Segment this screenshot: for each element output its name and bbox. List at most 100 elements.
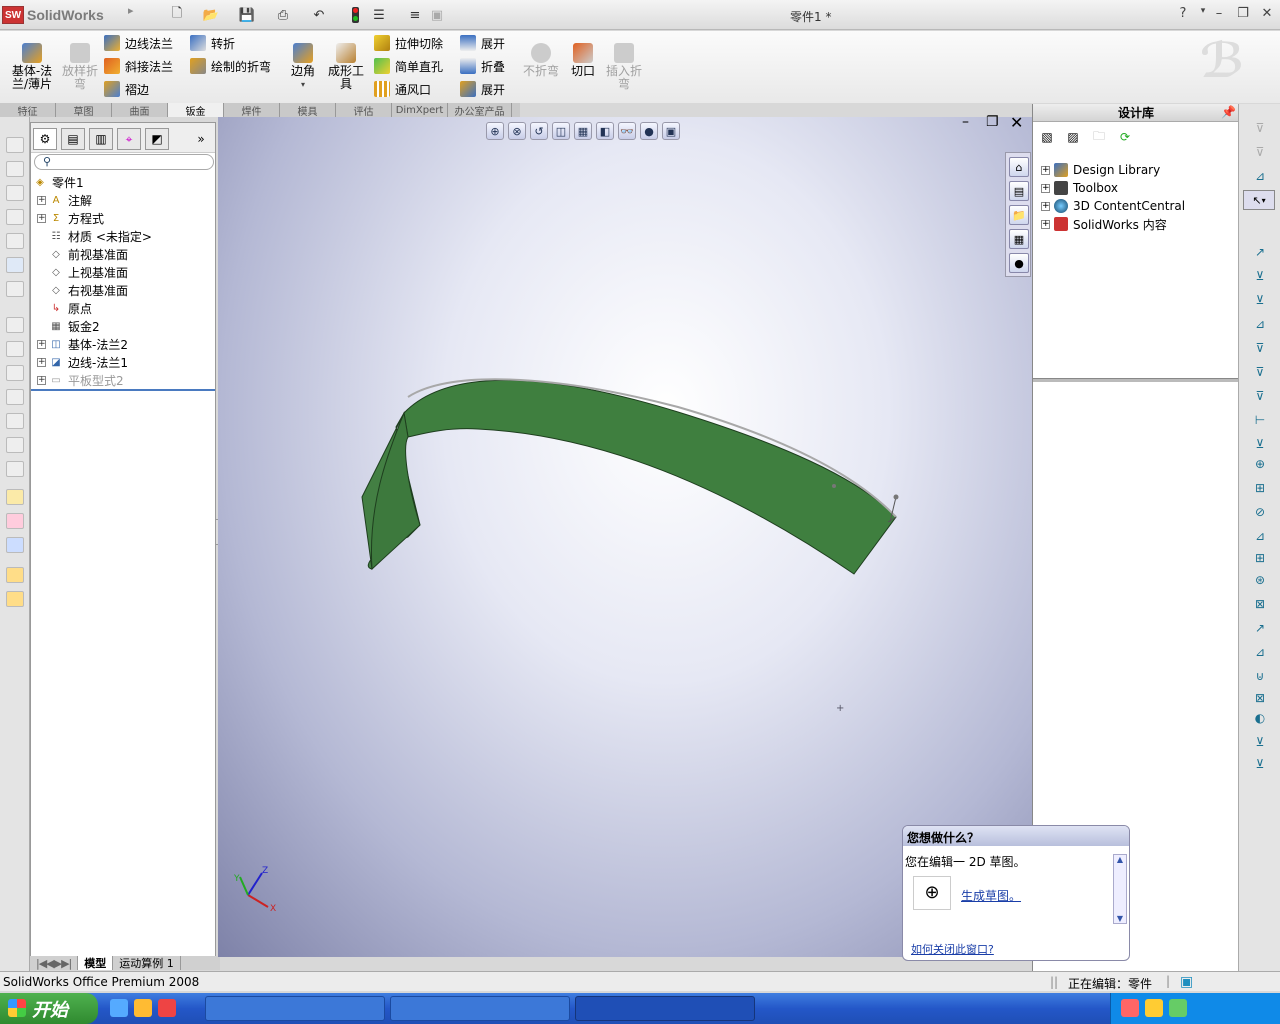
pin-icon[interactable]: 📌 [1221,105,1236,119]
relations-icon[interactable] [6,537,24,553]
restore-button[interactable]: ❐ [1234,6,1252,21]
cube5-icon[interactable] [6,413,24,429]
tab-4[interactable]: 焊件 [224,103,280,118]
tool-icon[interactable]: ⊽ [1251,144,1269,160]
tab-3[interactable]: 钣金 [168,103,224,118]
cube7-icon[interactable] [6,461,24,477]
tool-icon[interactable]: ⊞ [1251,550,1269,566]
tray-icon-1[interactable] [1121,999,1139,1017]
pane-splitter[interactable] [1033,378,1239,382]
smart-dimension-icon[interactable] [6,513,24,529]
tab-model[interactable]: 模型 [78,956,114,970]
tool-icon[interactable]: ⊽ [1251,388,1269,404]
options-icon[interactable]: ☰ [368,5,390,25]
create-sketch-link[interactable]: 生成草图。 [961,887,1021,904]
expand-icon[interactable]: + [37,357,46,367]
tool-icon[interactable]: ⊕ [1251,456,1269,472]
extruded-cut-button[interactable]: 拉伸切除 [374,33,454,53]
tab-6[interactable]: 评估 [336,103,392,118]
dimxpert-manager-tab-icon[interactable]: ⌖ [117,128,141,150]
save-icon[interactable]: 💾 [236,5,258,25]
sketch-point[interactable] [893,494,899,500]
configuration-manager-tab-icon[interactable]: ▥ [89,128,113,150]
tool-icon[interactable]: ⊛ [1251,572,1269,588]
sketch-edit-icon[interactable] [6,489,24,505]
miter-flange-button[interactable]: 斜接法兰 [104,56,184,76]
tree-item[interactable]: + A 注解 [37,191,92,209]
tree-item[interactable]: ◇ 上视基准面 [37,263,128,281]
simple-hole-button[interactable]: 简单直孔 [374,56,454,76]
tool-icon[interactable]: ⊠ [1251,596,1269,612]
cube3-icon[interactable] [6,365,24,381]
tree-item[interactable]: ◇ 前视基准面 [37,245,128,263]
view-palette-icon[interactable]: ▦ [1009,229,1029,249]
new-document-icon[interactable]: 🗋 [166,5,188,25]
grid-icon[interactable] [6,137,24,153]
tree-filter-input[interactable]: ⚲ [34,154,214,170]
start-button[interactable]: 开始 [0,993,98,1024]
taskbar-window-2[interactable] [390,996,570,1021]
expand-icon[interactable]: + [1041,201,1050,211]
open-folder-icon[interactable]: 📂 [200,5,222,25]
tree-item[interactable]: ▦ 钣金2 [37,317,99,335]
cube-icon[interactable] [6,317,24,333]
cube6-icon[interactable] [6,437,24,453]
edge-flange-button[interactable]: 边线法兰 [104,33,184,53]
file-properties-icon[interactable]: ≡ [404,5,426,25]
display-manager-tab-icon[interactable]: ◩ [145,128,169,150]
tool-icon[interactable]: ⊻ [1251,734,1269,750]
sketch-point-2[interactable] [832,484,836,488]
list-icon[interactable] [6,281,24,297]
tool-icon[interactable]: ⊻ [1251,436,1269,452]
insert-bends-button[interactable]: 插入折 弯 [604,43,644,91]
gear-shape-icon[interactable] [6,209,24,225]
expand-icon[interactable]: + [37,213,46,223]
quicklaunch-app-icon[interactable] [158,999,176,1017]
expand-icon[interactable]: + [1041,219,1050,229]
app-logo[interactable]: SW SolidWorks [2,4,104,26]
tab-2[interactable]: 曲面 [112,103,168,118]
tool-icon[interactable]: ↗ [1251,244,1269,260]
tab-scroll-arrows-icon[interactable]: |◀◀▶▶| [30,956,79,970]
taskbar-window-1[interactable] [205,996,385,1021]
tree-item[interactable]: ◇ 右视基准面 [37,281,128,299]
flatten-button[interactable]: 展开 [460,79,520,99]
scroll-down-icon[interactable]: ▼ [1114,914,1126,923]
tab-7[interactable]: DimXpert [392,103,448,117]
view-icon[interactable] [6,233,24,249]
select-dropdown-button[interactable]: ↖ ▾ [1243,190,1275,210]
tool-icon[interactable]: ⊞ [1251,480,1269,496]
undo-icon[interactable]: ↶ [308,5,330,25]
tree-item[interactable]: ↳ 原点 [37,299,92,317]
tool-icon[interactable]: ⊢ [1251,412,1269,428]
tool-icon[interactable]: ⊽ [1251,364,1269,380]
expand-icon[interactable]: + [1041,165,1050,175]
tree-item[interactable]: + ◪ 边线-法兰1 [37,353,128,371]
hem-button[interactable]: 褶边 [104,79,184,99]
jog-button[interactable]: 转折 [190,33,280,53]
tool-icon[interactable]: ⊍ [1251,668,1269,684]
quicklaunch-folder-icon[interactable] [134,999,152,1017]
tool-icon[interactable]: ⊿ [1251,644,1269,660]
close-button[interactable]: ✕ [1258,6,1276,21]
tool-icon[interactable]: ⊻ [1251,756,1269,772]
assembly-icon[interactable] [6,567,24,583]
shape-icon[interactable] [6,185,24,201]
rebuild-icon[interactable]: ▣ [426,5,448,25]
tool-icon[interactable]: ⊽ [1251,120,1269,136]
tool-icon[interactable]: ◐ [1251,710,1269,726]
expand-panel-icon[interactable]: » [189,128,213,150]
tab-motion-study[interactable]: 运动算例 1 [113,956,181,970]
no-bends-button[interactable]: 不折弯 [520,43,562,78]
assembly2-icon[interactable] [6,591,24,607]
corner-dropdown-icon[interactable]: ▾ [286,78,320,91]
scroll-up-icon[interactable]: ▲ [1114,855,1126,864]
minimize-button[interactable]: – [1210,6,1228,21]
tool-icon[interactable]: ⊘ [1251,504,1269,520]
layer-icon[interactable] [6,161,24,177]
expand-icon[interactable]: + [37,375,46,385]
add-file-location-icon[interactable]: ▨ [1063,127,1083,147]
sketched-bend-button[interactable]: 绘制的折弯 [190,56,280,76]
expand-icon[interactable]: + [37,195,46,205]
tray-icon-2[interactable] [1145,999,1163,1017]
